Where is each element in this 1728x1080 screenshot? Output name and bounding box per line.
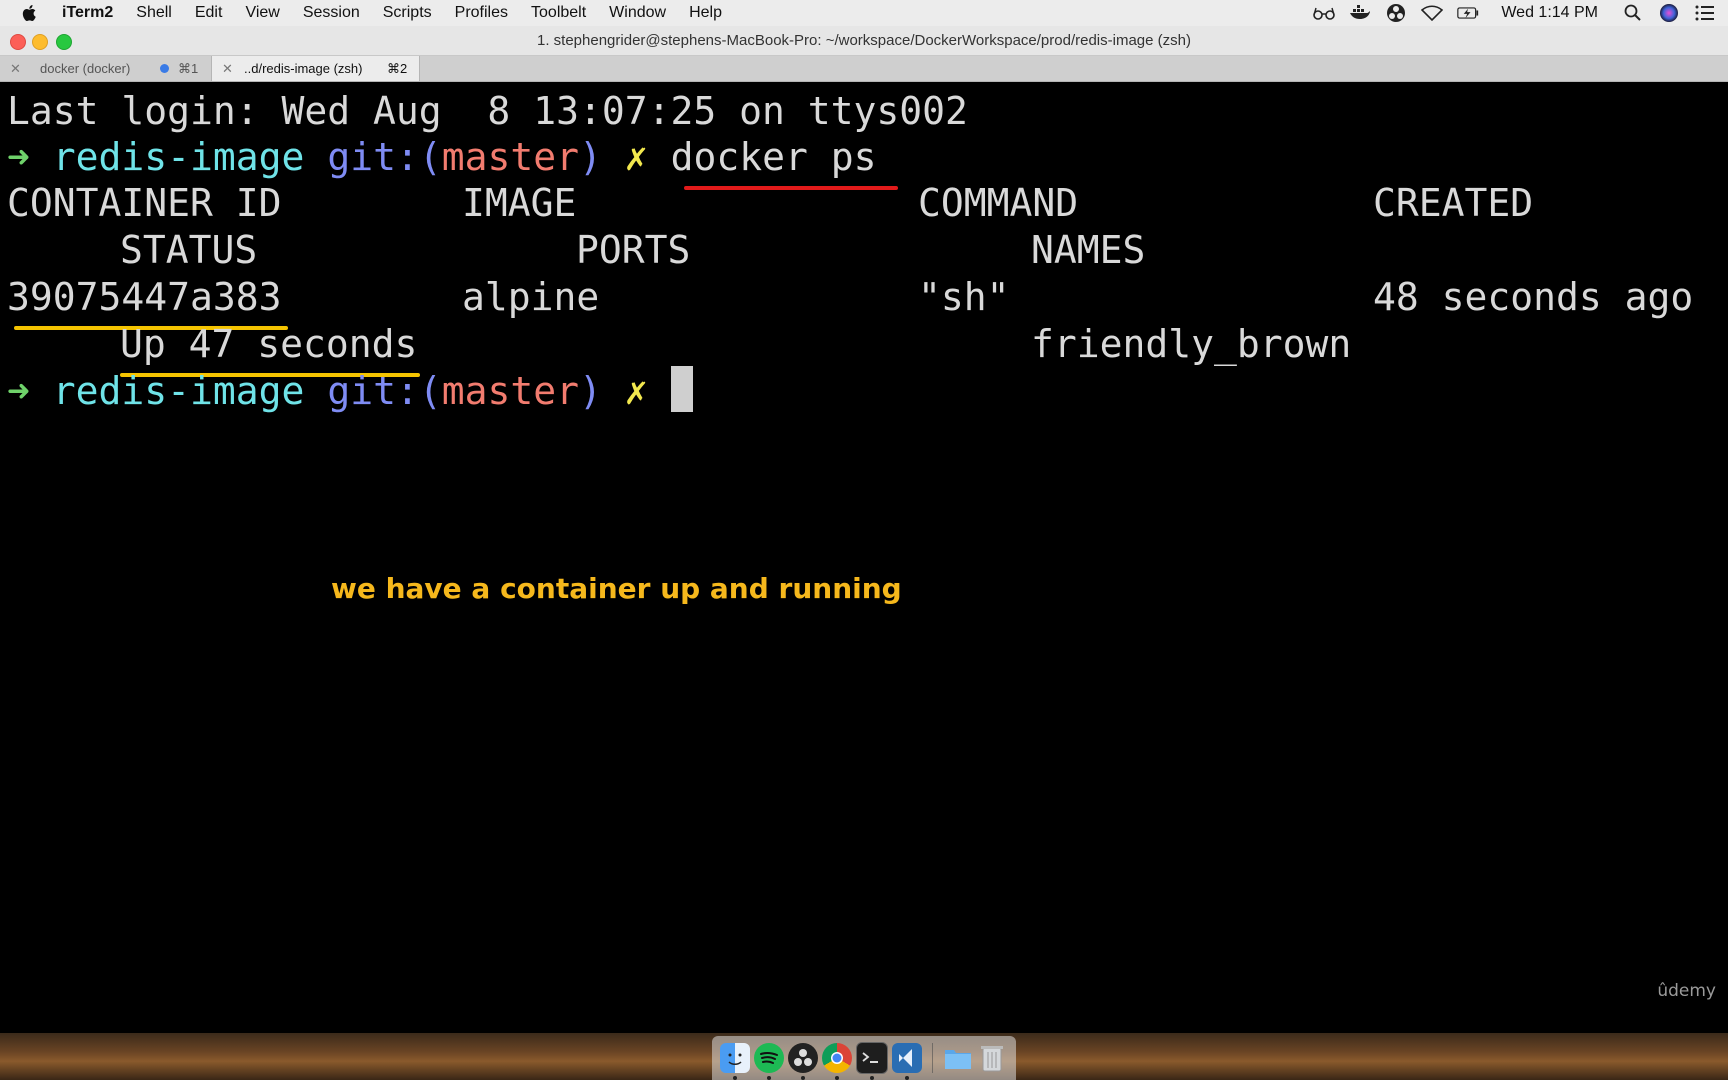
prompt-git-label: git:( (327, 135, 442, 179)
window-title: 1. stephengrider@stephens-MacBook-Pro: ~… (537, 32, 1191, 49)
prompt-git-close: ) (579, 369, 602, 413)
spotify-icon[interactable] (754, 1043, 784, 1080)
siri-icon[interactable] (1658, 4, 1680, 22)
menu-toolbelt[interactable]: Toolbelt (531, 4, 586, 22)
vscode-icon[interactable] (892, 1043, 922, 1080)
prompt-git-close: ) (579, 135, 602, 179)
header-names: NAMES (1031, 228, 1146, 272)
obs-status-icon[interactable] (1385, 4, 1407, 22)
wifi-icon[interactable] (1421, 4, 1444, 22)
prompt-line-current: ➜ redis-image git:(master) ✗ (7, 365, 693, 417)
cell-image: alpine (462, 275, 600, 319)
tab-label: docker (docker) (40, 61, 131, 76)
udemy-watermark: ûdemy (1657, 981, 1716, 1001)
docker-whale-icon[interactable] (1349, 4, 1371, 22)
dock (712, 1036, 1016, 1080)
menu-edit[interactable]: Edit (195, 4, 223, 22)
cell-created: 48 seconds ago (1373, 275, 1694, 319)
running-indicator (905, 1076, 909, 1080)
tab-docker[interactable]: ✕ docker (docker) ⌘1 (0, 56, 212, 81)
menu-help[interactable]: Help (689, 4, 722, 22)
typed-command: docker ps (670, 135, 877, 179)
running-indicator (835, 1076, 839, 1080)
cell-names: friendly_brown (1031, 322, 1352, 366)
finder-icon[interactable] (720, 1043, 750, 1080)
terminal-icon[interactable] (856, 1042, 888, 1080)
menu-scripts[interactable]: Scripts (383, 4, 432, 22)
prompt-line: ➜ redis-image git:(master) ✗ docker ps (7, 131, 876, 183)
prompt-git-label: git:( (327, 369, 442, 413)
chrome-icon[interactable] (822, 1043, 852, 1080)
header-ports: PORTS (576, 228, 691, 272)
apple-menu-icon[interactable] (20, 3, 40, 23)
running-indicator (733, 1076, 737, 1080)
cell-container-id: 39075447a383 (7, 275, 282, 319)
prompt-branch: master (441, 135, 580, 179)
prompt-dirty-marker: ✗ (624, 369, 648, 413)
header-created: CREATED (1373, 181, 1534, 225)
status-area: Wed 1:14 PM (1313, 0, 1716, 26)
obs-icon[interactable] (788, 1043, 818, 1080)
prompt-directory: redis-image (52, 135, 305, 179)
menu-app-name[interactable]: iTerm2 (62, 4, 113, 22)
tab-shortcut: ⌘2 (387, 60, 408, 76)
tab-bar: ✕ docker (docker) ⌘1 ✕ ..d/redis-image (… (0, 56, 1728, 82)
window-title-bar[interactable]: 1. stephengrider@stephens-MacBook-Pro: ~… (0, 26, 1728, 56)
menu-session[interactable]: Session (303, 4, 360, 22)
tab-close-icon[interactable]: ✕ (10, 61, 21, 77)
terminal-pane[interactable]: Last login: Wed Aug 8 13:07:25 on ttys00… (0, 82, 1728, 1033)
prompt-dirty-marker: ✗ (624, 135, 648, 179)
last-login-line: Last login: Wed Aug 8 13:07:25 on ttys00… (7, 89, 968, 133)
menu-window[interactable]: Window (609, 4, 666, 22)
menu-clock[interactable]: Wed 1:14 PM (1501, 4, 1598, 22)
dock-separator (932, 1043, 933, 1073)
menu-shell[interactable]: Shell (136, 4, 172, 22)
battery-icon[interactable] (1457, 4, 1479, 22)
prompt-branch: master (441, 369, 580, 413)
command-underline (684, 186, 898, 190)
cell-status: Up 47 seconds (120, 322, 418, 366)
cell-command: "sh" (918, 275, 1010, 319)
header-status: STATUS (120, 228, 258, 272)
tab-redis-image[interactable]: ✕ ..d/redis-image (zsh) ⌘2 (212, 56, 420, 81)
menu-profiles[interactable]: Profiles (455, 4, 508, 22)
notification-center-icon[interactable] (1694, 4, 1716, 22)
header-command: COMMAND (918, 181, 1079, 225)
annotation-caption: we have a container up and running (331, 572, 902, 605)
tab-shortcut: ⌘1 (178, 60, 199, 76)
header-container-id: CONTAINER ID (7, 181, 282, 225)
tab-label: ..d/redis-image (zsh) (244, 61, 363, 76)
spotlight-search-icon[interactable] (1622, 4, 1644, 22)
prompt-arrow: ➜ (7, 369, 30, 413)
folder-icon[interactable] (943, 1043, 973, 1073)
tab-activity-dot-icon (160, 64, 169, 73)
running-indicator (870, 1076, 874, 1080)
menu-view[interactable]: View (245, 4, 279, 22)
running-indicator (767, 1076, 771, 1080)
menu-bar: iTerm2 Shell Edit View Session Scripts P… (0, 0, 1728, 26)
trash-icon[interactable] (977, 1043, 1007, 1073)
prompt-arrow: ➜ (7, 135, 30, 179)
tab-close-icon[interactable]: ✕ (222, 61, 233, 77)
glasses-icon[interactable] (1313, 4, 1336, 22)
prompt-directory: redis-image (52, 369, 305, 413)
header-image: IMAGE (462, 181, 577, 225)
running-indicator (801, 1076, 805, 1080)
text-cursor (670, 366, 693, 412)
